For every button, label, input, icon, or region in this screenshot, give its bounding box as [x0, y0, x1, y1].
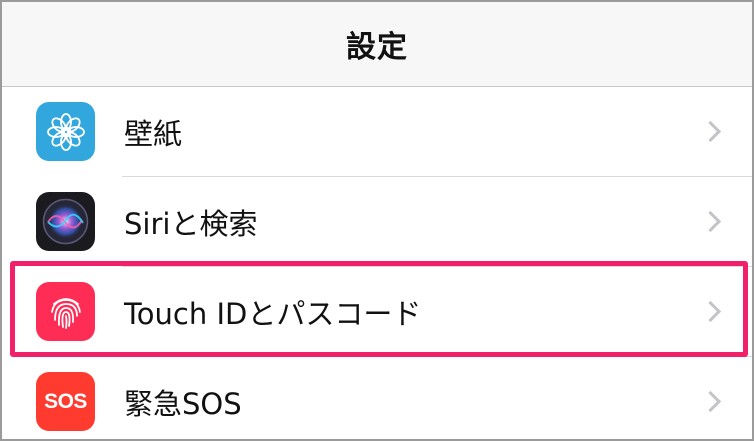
- settings-screen: 設定 壁紙 Siriと検索 Touch IDとパスコード SOS 緊急SOS: [0, 0, 754, 441]
- settings-list: 壁紙 Siriと検索 Touch IDとパスコード SOS 緊急SOS: [2, 87, 752, 439]
- chevron-right-icon: [699, 210, 722, 233]
- chevron-right-icon: [699, 300, 722, 323]
- page-title: 設定: [346, 30, 408, 65]
- sos-icon-text: SOS: [44, 389, 87, 413]
- settings-row-emergency-sos[interactable]: SOS 緊急SOS: [2, 357, 752, 439]
- navigation-bar: 設定: [2, 2, 752, 87]
- settings-row-touch-id[interactable]: Touch IDとパスコード: [2, 267, 752, 357]
- settings-row-siri[interactable]: Siriと検索: [2, 177, 752, 267]
- fingerprint-icon: [36, 282, 95, 341]
- settings-row-label: Touch IDとパスコード: [124, 297, 422, 331]
- chevron-right-icon: [699, 390, 722, 413]
- chevron-right-icon: [699, 120, 722, 143]
- sos-icon: SOS: [36, 372, 95, 431]
- settings-row-label: Siriと検索: [124, 207, 258, 241]
- settings-row-wallpaper[interactable]: 壁紙: [2, 87, 752, 177]
- flower-icon: [36, 102, 95, 161]
- settings-row-label: 壁紙: [124, 117, 183, 151]
- settings-row-label: 緊急SOS: [124, 387, 242, 421]
- siri-icon: [36, 192, 95, 251]
